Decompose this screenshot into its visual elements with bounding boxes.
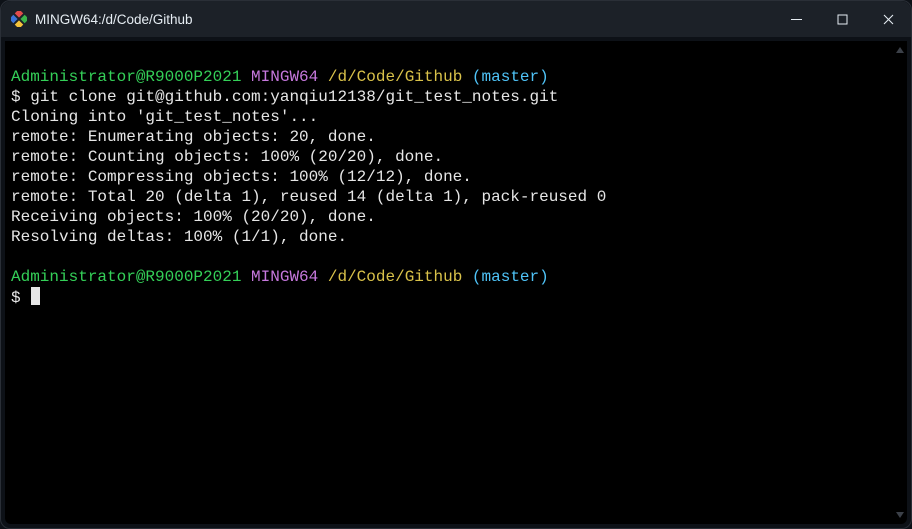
terminal-content[interactable]: Administrator@R9000P2021 MINGW64 /d/Code…: [9, 41, 893, 524]
maximize-button[interactable]: [819, 1, 865, 37]
prompt-userhost: Administrator@R9000P2021: [11, 68, 241, 86]
output-line: Cloning into 'git_test_notes'...: [11, 107, 891, 127]
command-line: $ git clone git@github.com:yanqiu12138/g…: [11, 87, 891, 107]
terminal-window: MINGW64:/d/Code/Github Administrator@R90…: [0, 0, 912, 529]
output-line: remote: Enumerating objects: 20, done.: [11, 127, 891, 147]
scroll-up-icon[interactable]: [895, 45, 905, 55]
output-line: Receiving objects: 100% (20/20), done.: [11, 207, 891, 227]
prompt-symbol: $: [11, 88, 21, 106]
output-line: remote: Compressing objects: 100% (12/12…: [11, 167, 891, 187]
prompt-symbol: $: [11, 289, 21, 307]
blank-line: [11, 247, 891, 267]
window-title: MINGW64:/d/Code/Github: [35, 12, 193, 27]
cursor: [31, 287, 40, 305]
blank-line: [11, 47, 891, 67]
close-button[interactable]: [865, 1, 911, 37]
prompt-branch: (master): [472, 68, 549, 86]
terminal-viewport[interactable]: Administrator@R9000P2021 MINGW64 /d/Code…: [5, 41, 907, 524]
minimize-button[interactable]: [773, 1, 819, 37]
prompt-path: /d/Code/Github: [328, 68, 462, 86]
scrollbar[interactable]: [895, 45, 905, 520]
titlebar[interactable]: MINGW64:/d/Code/Github: [1, 1, 911, 37]
prompt-branch: (master): [472, 268, 549, 286]
prompt-userhost: Administrator@R9000P2021: [11, 268, 241, 286]
command-line[interactable]: $: [11, 287, 891, 308]
prompt-line: Administrator@R9000P2021 MINGW64 /d/Code…: [11, 67, 891, 87]
output-line: remote: Counting objects: 100% (20/20), …: [11, 147, 891, 167]
app-icon: [11, 11, 27, 27]
scroll-down-icon[interactable]: [895, 510, 905, 520]
prompt-line: Administrator@R9000P2021 MINGW64 /d/Code…: [11, 267, 891, 287]
prompt-path: /d/Code/Github: [328, 268, 462, 286]
command-text: git clone git@github.com:yanqiu12138/git…: [30, 88, 558, 106]
prompt-shell: MINGW64: [251, 68, 318, 86]
output-line: Resolving deltas: 100% (1/1), done.: [11, 227, 891, 247]
output-line: remote: Total 20 (delta 1), reused 14 (d…: [11, 187, 891, 207]
prompt-shell: MINGW64: [251, 268, 318, 286]
